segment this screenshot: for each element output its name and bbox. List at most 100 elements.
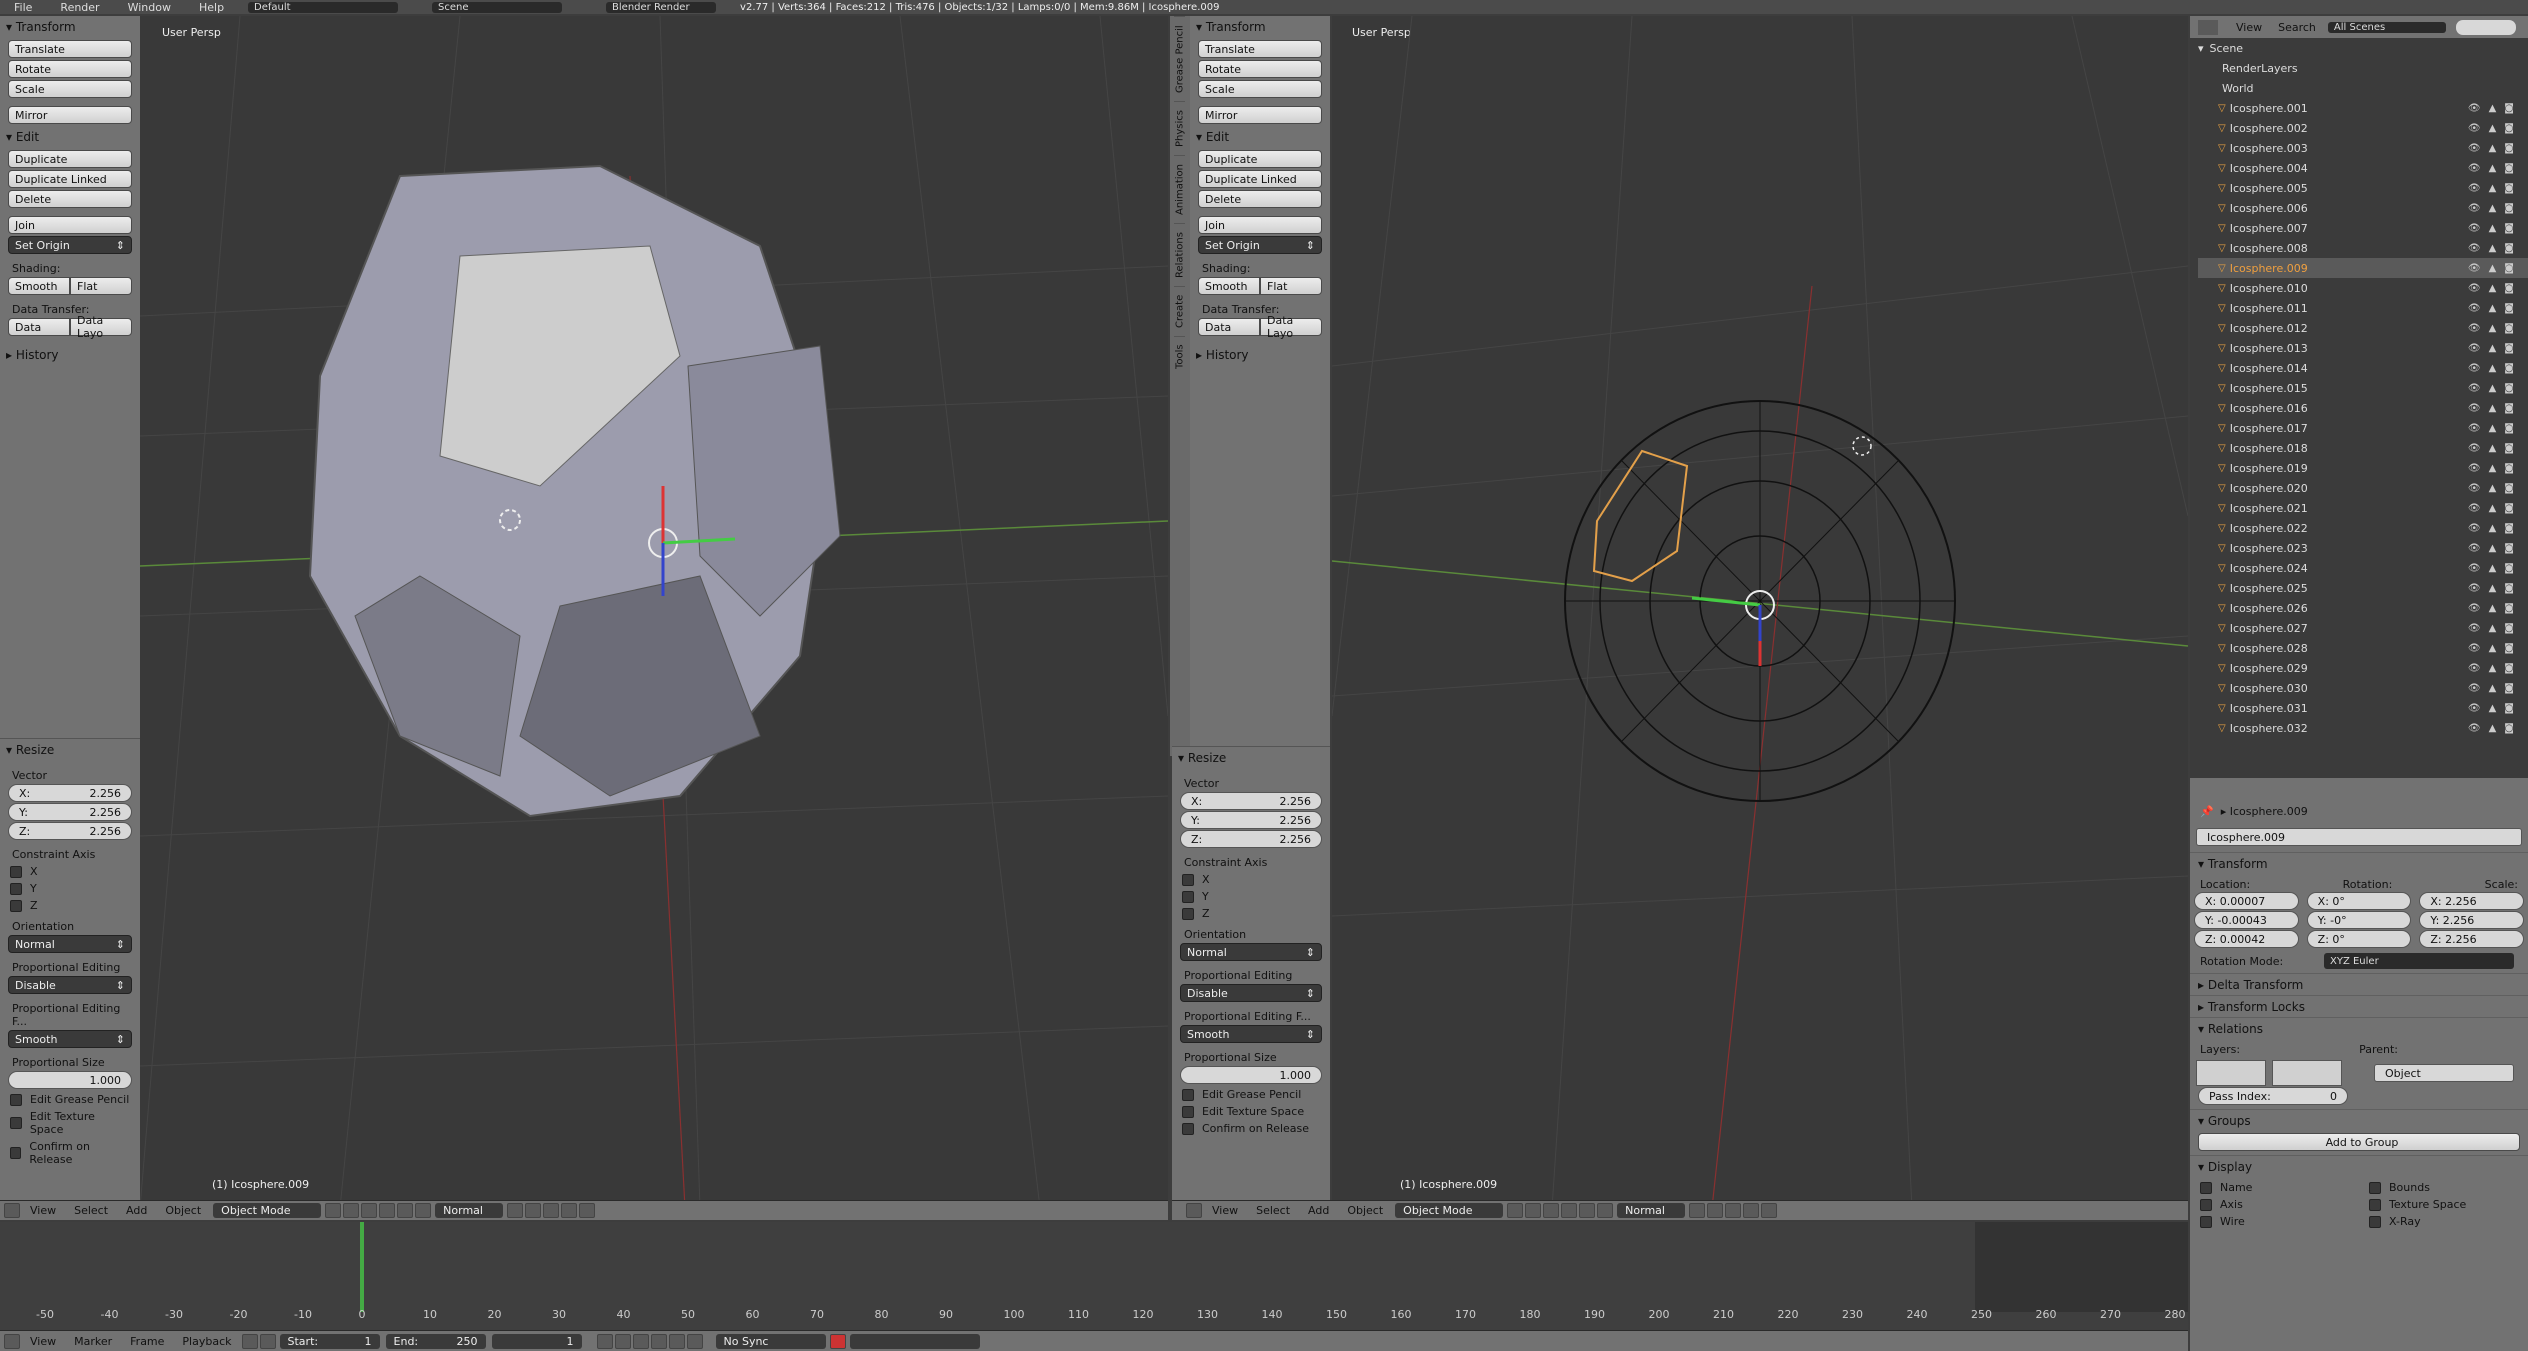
texture-space-checkbox[interactable]: Edit Texture Space: [1182, 1105, 1320, 1118]
current-frame-marker[interactable]: [360, 1222, 364, 1312]
outliner-item[interactable]: ▽ Icosphere.028 👁▲◙: [2198, 638, 2528, 658]
tab-animation[interactable]: Animation: [1174, 154, 1186, 223]
current-frame-field[interactable]: 1: [491, 1333, 582, 1349]
engine-select[interactable]: Blender Render: [606, 1, 717, 13]
constraint-x-checkbox[interactable]: X: [1182, 873, 1320, 886]
visibility-icons[interactable]: 👁▲◙: [2468, 143, 2522, 154]
sync-dropdown[interactable]: No Sync: [715, 1333, 826, 1349]
outliner-item[interactable]: ▽ Icosphere.002 👁▲◙: [2198, 118, 2528, 138]
scene-row[interactable]: ▾ Scene: [2198, 38, 2528, 58]
outliner-search-input[interactable]: [2455, 19, 2516, 35]
vector-x-field[interactable]: X: 2.256: [8, 784, 132, 802]
transform-locks-panel[interactable]: ▸ Transform Locks: [2190, 995, 2528, 1017]
outliner-search-menu[interactable]: Search: [2272, 21, 2322, 34]
outliner-item[interactable]: ▽ Icosphere.014 👁▲◙: [2198, 358, 2528, 378]
scene-select[interactable]: Scene: [432, 1, 563, 13]
set-origin-dropdown[interactable]: Set Origin ⇕: [1198, 236, 1322, 254]
menu-file[interactable]: File: [0, 1, 46, 14]
translate-icon[interactable]: [379, 1203, 396, 1218]
outliner-item[interactable]: ▽ Icosphere.030 👁▲◙: [2198, 678, 2528, 698]
mode-dropdown[interactable]: Object Mode: [213, 1203, 322, 1218]
layers-icon[interactable]: [1707, 1203, 1724, 1218]
prop-edit-dropdown[interactable]: Disable ⇕: [1180, 984, 1322, 1002]
constraint-z-checkbox[interactable]: Z: [1182, 907, 1320, 920]
snap-icon[interactable]: [561, 1203, 578, 1218]
visibility-icons[interactable]: 👁▲◙: [2468, 683, 2522, 694]
scale-icon[interactable]: [1597, 1203, 1614, 1218]
visibility-icons[interactable]: 👁▲◙: [2468, 123, 2522, 134]
translate-icon[interactable]: [1561, 1203, 1578, 1218]
outliner-item[interactable]: ▽ Icosphere.031 👁▲◙: [2198, 698, 2528, 718]
transform-panel-title[interactable]: ▾ Transform: [1190, 16, 1330, 38]
visibility-icons[interactable]: 👁▲◙: [2468, 663, 2522, 674]
record-icon[interactable]: [829, 1333, 846, 1349]
grease-pencil-checkbox[interactable]: Edit Grease Pencil: [10, 1093, 130, 1106]
outliner-item[interactable]: ▽ Icosphere.005 👁▲◙: [2198, 178, 2528, 198]
transform-panel[interactable]: ▾ Transform: [2190, 852, 2528, 874]
marker-menu[interactable]: Marker: [65, 1335, 121, 1348]
outliner-item[interactable]: ▽ Icosphere.012 👁▲◙: [2198, 318, 2528, 338]
add-menu[interactable]: Add: [117, 1204, 156, 1217]
translate-button[interactable]: Translate: [1198, 40, 1322, 58]
layers-icon[interactable]: [507, 1203, 524, 1218]
layout-select[interactable]: Default: [248, 1, 399, 13]
wire-checkbox[interactable]: Wire: [2200, 1215, 2349, 1228]
constraint-y-checkbox[interactable]: Y: [10, 882, 130, 895]
orientation-dropdown[interactable]: Normal ⇕: [8, 935, 132, 953]
visibility-icons[interactable]: 👁▲◙: [2468, 343, 2522, 354]
timeline[interactable]: -50 -40 -30 -20 -10 0 10 20 30 40 50 60 70 80 90 100 110…: [0, 1222, 2188, 1330]
visibility-icons[interactable]: 👁▲◙: [2468, 163, 2522, 174]
name-checkbox[interactable]: Name: [2200, 1181, 2349, 1194]
rotate-button[interactable]: Rotate: [1198, 60, 1322, 78]
prop-falloff-dropdown[interactable]: Smooth ⇕: [8, 1030, 132, 1048]
outliner-item[interactable]: ▽ Icosphere.010 👁▲◙: [2198, 278, 2528, 298]
constraint-y-checkbox[interactable]: Y: [1182, 890, 1320, 903]
texture-space-checkbox[interactable]: Edit Texture Space: [10, 1110, 130, 1136]
visibility-icons[interactable]: 👁▲◙: [2468, 183, 2522, 194]
visibility-icons[interactable]: 👁▲◙: [2468, 283, 2522, 294]
visibility-icons[interactable]: 👁▲◙: [2468, 383, 2522, 394]
outliner-item[interactable]: ▽ Icosphere.026 👁▲◙: [2198, 598, 2528, 618]
editor-type-icon[interactable]: [4, 1203, 20, 1218]
visibility-icons[interactable]: 👁▲◙: [2468, 543, 2522, 554]
layers-icon[interactable]: [525, 1203, 542, 1218]
menu-render[interactable]: Render: [46, 1, 113, 14]
prop-size-field[interactable]: 1.000: [1180, 1066, 1322, 1084]
outliner-item[interactable]: ▽ Icosphere.018 👁▲◙: [2198, 438, 2528, 458]
axis-checkbox[interactable]: Axis: [2200, 1198, 2349, 1211]
visibility-icons[interactable]: 👁▲◙: [2468, 563, 2522, 574]
smooth-button[interactable]: Smooth: [8, 277, 70, 295]
prop-falloff-dropdown[interactable]: Smooth ⇕: [1180, 1025, 1322, 1043]
view-menu[interactable]: View: [21, 1204, 65, 1217]
join-button[interactable]: Join: [1198, 216, 1322, 234]
duplicate-linked-button[interactable]: Duplicate Linked: [8, 170, 132, 188]
confirm-release-checkbox[interactable]: Confirm on Release: [1182, 1122, 1320, 1135]
add-menu[interactable]: Add: [1299, 1204, 1338, 1217]
visibility-icons[interactable]: 👁▲◙: [2468, 403, 2522, 414]
outliner-item[interactable]: ▽ Icosphere.011 👁▲◙: [2198, 298, 2528, 318]
outliner-item[interactable]: ▽ Icosphere.019 👁▲◙: [2198, 458, 2528, 478]
world-row[interactable]: World: [2198, 78, 2528, 98]
outliner-item[interactable]: ▽ Icosphere.013 👁▲◙: [2198, 338, 2528, 358]
outliner-item[interactable]: ▽ Icosphere.017 👁▲◙: [2198, 418, 2528, 438]
visibility-icons[interactable]: 👁▲◙: [2468, 263, 2522, 274]
renderlayers-row[interactable]: RenderLayers: [2198, 58, 2528, 78]
menu-window[interactable]: Window: [114, 1, 185, 14]
vector-y-field[interactable]: Y: 2.256: [1180, 811, 1322, 829]
visibility-icons[interactable]: 👁▲◙: [2468, 103, 2522, 114]
parent-field[interactable]: Object: [2374, 1064, 2514, 1082]
layer-grid-2[interactable]: [2272, 1060, 2342, 1086]
smooth-button[interactable]: Smooth: [1198, 277, 1260, 295]
outliner-item[interactable]: ▽ Icosphere.023 👁▲◙: [2198, 538, 2528, 558]
duplicate-button[interactable]: Duplicate: [8, 150, 132, 168]
end-frame-field[interactable]: End: 250: [385, 1333, 486, 1349]
prev-key-icon[interactable]: [614, 1333, 631, 1349]
outliner-item[interactable]: ▽ Icosphere.007 👁▲◙: [2198, 218, 2528, 238]
scale-button[interactable]: Scale: [8, 80, 132, 98]
jump-end-icon[interactable]: [686, 1333, 703, 1349]
data-button[interactable]: Data: [1198, 318, 1260, 336]
add-to-group-button[interactable]: Add to Group: [2198, 1133, 2520, 1151]
render-icon[interactable]: [1761, 1203, 1778, 1218]
pivot-icon[interactable]: [343, 1203, 360, 1218]
visibility-icons[interactable]: 👁▲◙: [2468, 623, 2522, 634]
